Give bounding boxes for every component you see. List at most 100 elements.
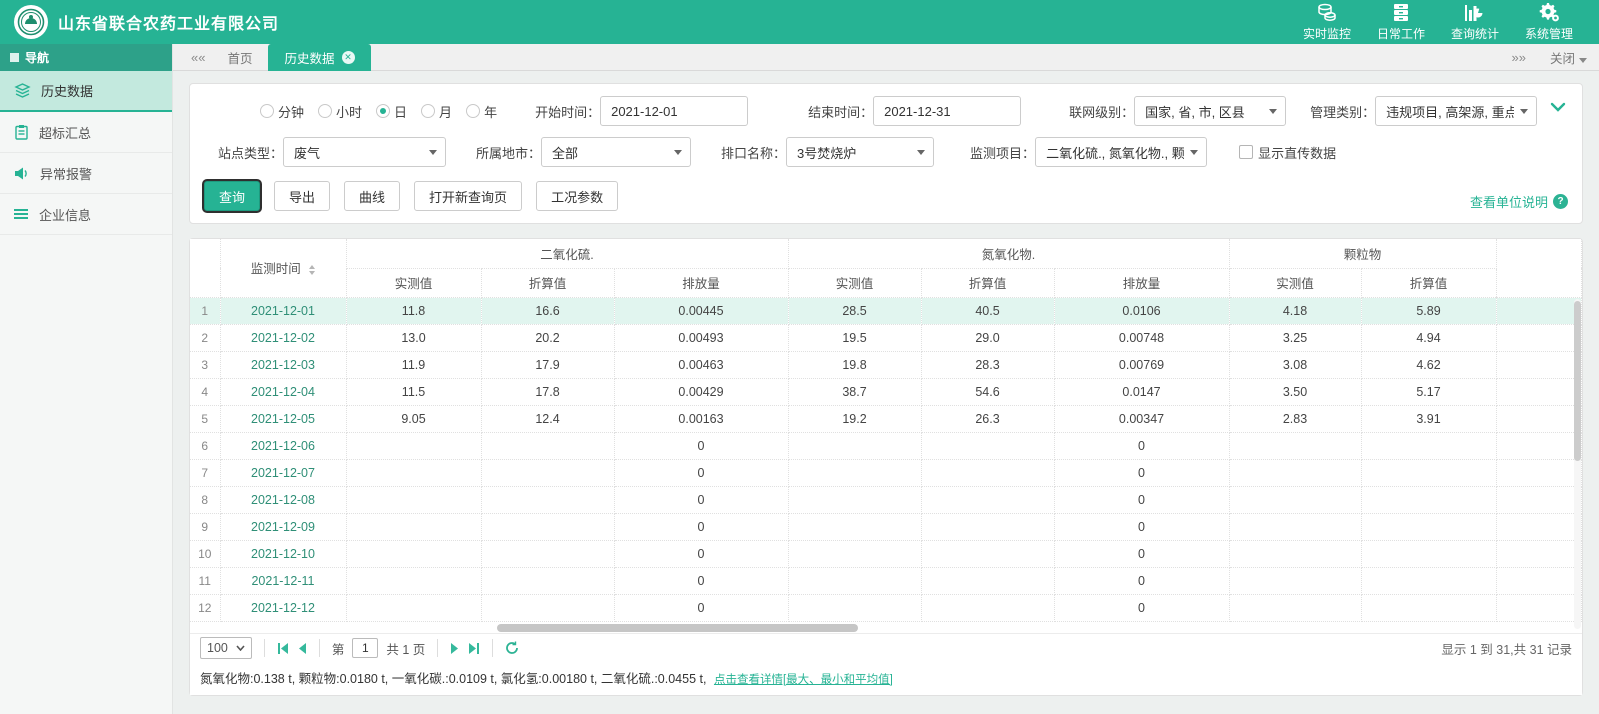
monitor-items-select[interactable]: 二氧化硫., 氮氧化物., 颗粒物 bbox=[1035, 137, 1207, 167]
cell-value bbox=[788, 594, 921, 621]
drawer-icon bbox=[1391, 2, 1411, 22]
table-row[interactable]: 112021-12-1100 bbox=[190, 567, 1582, 594]
cell-value: 0.00769 bbox=[1054, 351, 1229, 378]
unit-help-link[interactable]: 查看单位说明 ? bbox=[1470, 192, 1568, 211]
query-button[interactable]: 查询 bbox=[204, 181, 260, 211]
sidebar-item-history-data[interactable]: 历史数据 bbox=[0, 71, 172, 112]
sort-icon[interactable] bbox=[309, 265, 315, 275]
vertical-scrollbar-thumb[interactable] bbox=[1574, 301, 1581, 461]
outlet-select[interactable]: 3号焚烧炉 bbox=[786, 137, 934, 167]
page-size-select[interactable]: 100 bbox=[200, 637, 252, 659]
tabs-close-menu[interactable]: 关闭 bbox=[1550, 48, 1587, 67]
company-logo-icon bbox=[14, 5, 48, 39]
cell-date[interactable]: 2021-12-07 bbox=[220, 459, 346, 486]
cell-value bbox=[1361, 567, 1496, 594]
radio-month[interactable]: 月 bbox=[421, 102, 452, 121]
tabs-scroll-right-icon[interactable]: »» bbox=[1506, 50, 1532, 65]
export-button[interactable]: 导出 bbox=[274, 181, 330, 211]
condition-params-button[interactable]: 工况参数 bbox=[536, 181, 618, 211]
select-caret-icon bbox=[1190, 150, 1198, 155]
subcol-header: 实测值 bbox=[788, 268, 921, 297]
outlet-label: 排口名称： bbox=[721, 143, 786, 162]
cell-date[interactable]: 2021-12-08 bbox=[220, 486, 346, 513]
direct-data-checkbox[interactable] bbox=[1239, 145, 1253, 159]
horizontal-scrollbar-thumb[interactable] bbox=[497, 624, 858, 632]
table-row[interactable]: 82021-12-0800 bbox=[190, 486, 1582, 513]
cell-value: 2.83 bbox=[1229, 405, 1361, 432]
curve-button[interactable]: 曲线 bbox=[344, 181, 400, 211]
clipboard-icon bbox=[14, 124, 29, 140]
cell-date[interactable]: 2021-12-12 bbox=[220, 594, 346, 621]
cell-date[interactable]: 2021-12-11 bbox=[220, 567, 346, 594]
table-row[interactable]: 42021-12-0411.517.80.0042938.754.60.0147… bbox=[190, 378, 1582, 405]
cell-value: 11.8 bbox=[346, 297, 481, 324]
app-header: 山东省联合农药工业有限公司 实时监控 日常工作 bbox=[0, 0, 1599, 44]
radio-minute[interactable]: 分钟 bbox=[260, 102, 304, 121]
table-row[interactable]: 32021-12-0311.917.90.0046319.828.30.0076… bbox=[190, 351, 1582, 378]
tab-history-data[interactable]: 历史数据 ✕ bbox=[268, 44, 370, 71]
menu-query-stats[interactable]: 查询统计 bbox=[1449, 2, 1501, 42]
collapse-filters-chevron-icon[interactable] bbox=[1550, 100, 1566, 115]
table-row[interactable]: 72021-12-0700 bbox=[190, 459, 1582, 486]
cell-date[interactable]: 2021-12-09 bbox=[220, 513, 346, 540]
cell-value bbox=[481, 594, 614, 621]
mgmt-type-select[interactable]: 违规项目, 高架源, 重点排污 bbox=[1375, 96, 1537, 126]
menu-realtime-monitor[interactable]: 实时监控 bbox=[1301, 2, 1353, 42]
radio-year[interactable]: 年 bbox=[466, 102, 497, 121]
subcol-header: 折算值 bbox=[481, 268, 614, 297]
table-row[interactable]: 62021-12-0600 bbox=[190, 432, 1582, 459]
table-row[interactable]: 92021-12-0900 bbox=[190, 513, 1582, 540]
tab-close-icon[interactable]: ✕ bbox=[342, 51, 355, 64]
cell-date[interactable]: 2021-12-06 bbox=[220, 432, 346, 459]
menu-system-admin[interactable]: 系统管理 bbox=[1523, 2, 1575, 42]
cell-value: 26.3 bbox=[921, 405, 1054, 432]
cell-date[interactable]: 2021-12-01 bbox=[220, 297, 346, 324]
table-row[interactable]: 102021-12-1000 bbox=[190, 540, 1582, 567]
sidebar-item-exceed-summary[interactable]: 超标汇总 bbox=[0, 112, 172, 153]
radio-day[interactable]: 日 bbox=[376, 102, 407, 121]
cell-value: 0.00493 bbox=[614, 324, 788, 351]
list-icon bbox=[14, 208, 29, 220]
open-new-query-button[interactable]: 打开新查询页 bbox=[414, 181, 522, 211]
network-level-select[interactable]: 国家, 省, 市, 区县 bbox=[1134, 96, 1286, 126]
menu-label: 系统管理 bbox=[1525, 25, 1573, 42]
menu-daily-work[interactable]: 日常工作 bbox=[1375, 2, 1427, 42]
detail-link[interactable]: 点击查看详情[最大、最小和平均值] bbox=[714, 674, 893, 686]
cell-date[interactable]: 2021-12-10 bbox=[220, 540, 346, 567]
prev-page-button[interactable] bbox=[298, 643, 307, 654]
cell-value: 0 bbox=[614, 432, 788, 459]
table-row[interactable]: 52021-12-059.0512.40.0016319.226.30.0034… bbox=[190, 405, 1582, 432]
page-number-input[interactable] bbox=[352, 638, 378, 658]
last-page-button[interactable] bbox=[467, 643, 480, 654]
group-pm-header: 颗粒物 bbox=[1229, 239, 1496, 268]
cell-date[interactable]: 2021-12-04 bbox=[220, 378, 346, 405]
row-index: 2 bbox=[190, 324, 220, 351]
station-type-select[interactable]: 废气 bbox=[283, 137, 446, 167]
cell-value bbox=[788, 432, 921, 459]
tab-home[interactable]: 首页 bbox=[211, 44, 268, 71]
table-row[interactable]: 122021-12-1200 bbox=[190, 594, 1582, 621]
next-page-button[interactable] bbox=[450, 643, 459, 654]
page-title: 山东省联合农药工业有限公司 bbox=[58, 10, 279, 34]
city-select[interactable]: 全部 bbox=[541, 137, 691, 167]
col-time-header[interactable]: 监测时间 bbox=[220, 239, 346, 297]
cell-date[interactable]: 2021-12-02 bbox=[220, 324, 346, 351]
radio-hour[interactable]: 小时 bbox=[318, 102, 362, 121]
sidebar-item-company-info[interactable]: 企业信息 bbox=[0, 194, 172, 235]
station-type-label: 站点类型： bbox=[218, 143, 283, 162]
cell-value: 0 bbox=[1054, 459, 1229, 486]
tabs-scroll-left-icon[interactable]: «« bbox=[185, 50, 211, 65]
first-page-button[interactable] bbox=[277, 643, 290, 654]
table-row[interactable]: 12021-12-0111.816.60.0044528.540.50.0106… bbox=[190, 297, 1582, 324]
cell-date[interactable]: 2021-12-05 bbox=[220, 405, 346, 432]
cell-value bbox=[1361, 594, 1496, 621]
cell-value: 20.2 bbox=[481, 324, 614, 351]
cell-value: 0 bbox=[1054, 432, 1229, 459]
cell-date[interactable]: 2021-12-03 bbox=[220, 351, 346, 378]
start-time-input[interactable] bbox=[600, 96, 748, 126]
table-row[interactable]: 22021-12-0213.020.20.0049319.529.00.0074… bbox=[190, 324, 1582, 351]
refresh-icon[interactable] bbox=[505, 641, 519, 655]
sidebar-item-abnormal-alarm[interactable]: 异常报警 bbox=[0, 153, 172, 194]
end-time-input[interactable] bbox=[873, 96, 1021, 126]
cell-empty bbox=[1496, 432, 1581, 459]
